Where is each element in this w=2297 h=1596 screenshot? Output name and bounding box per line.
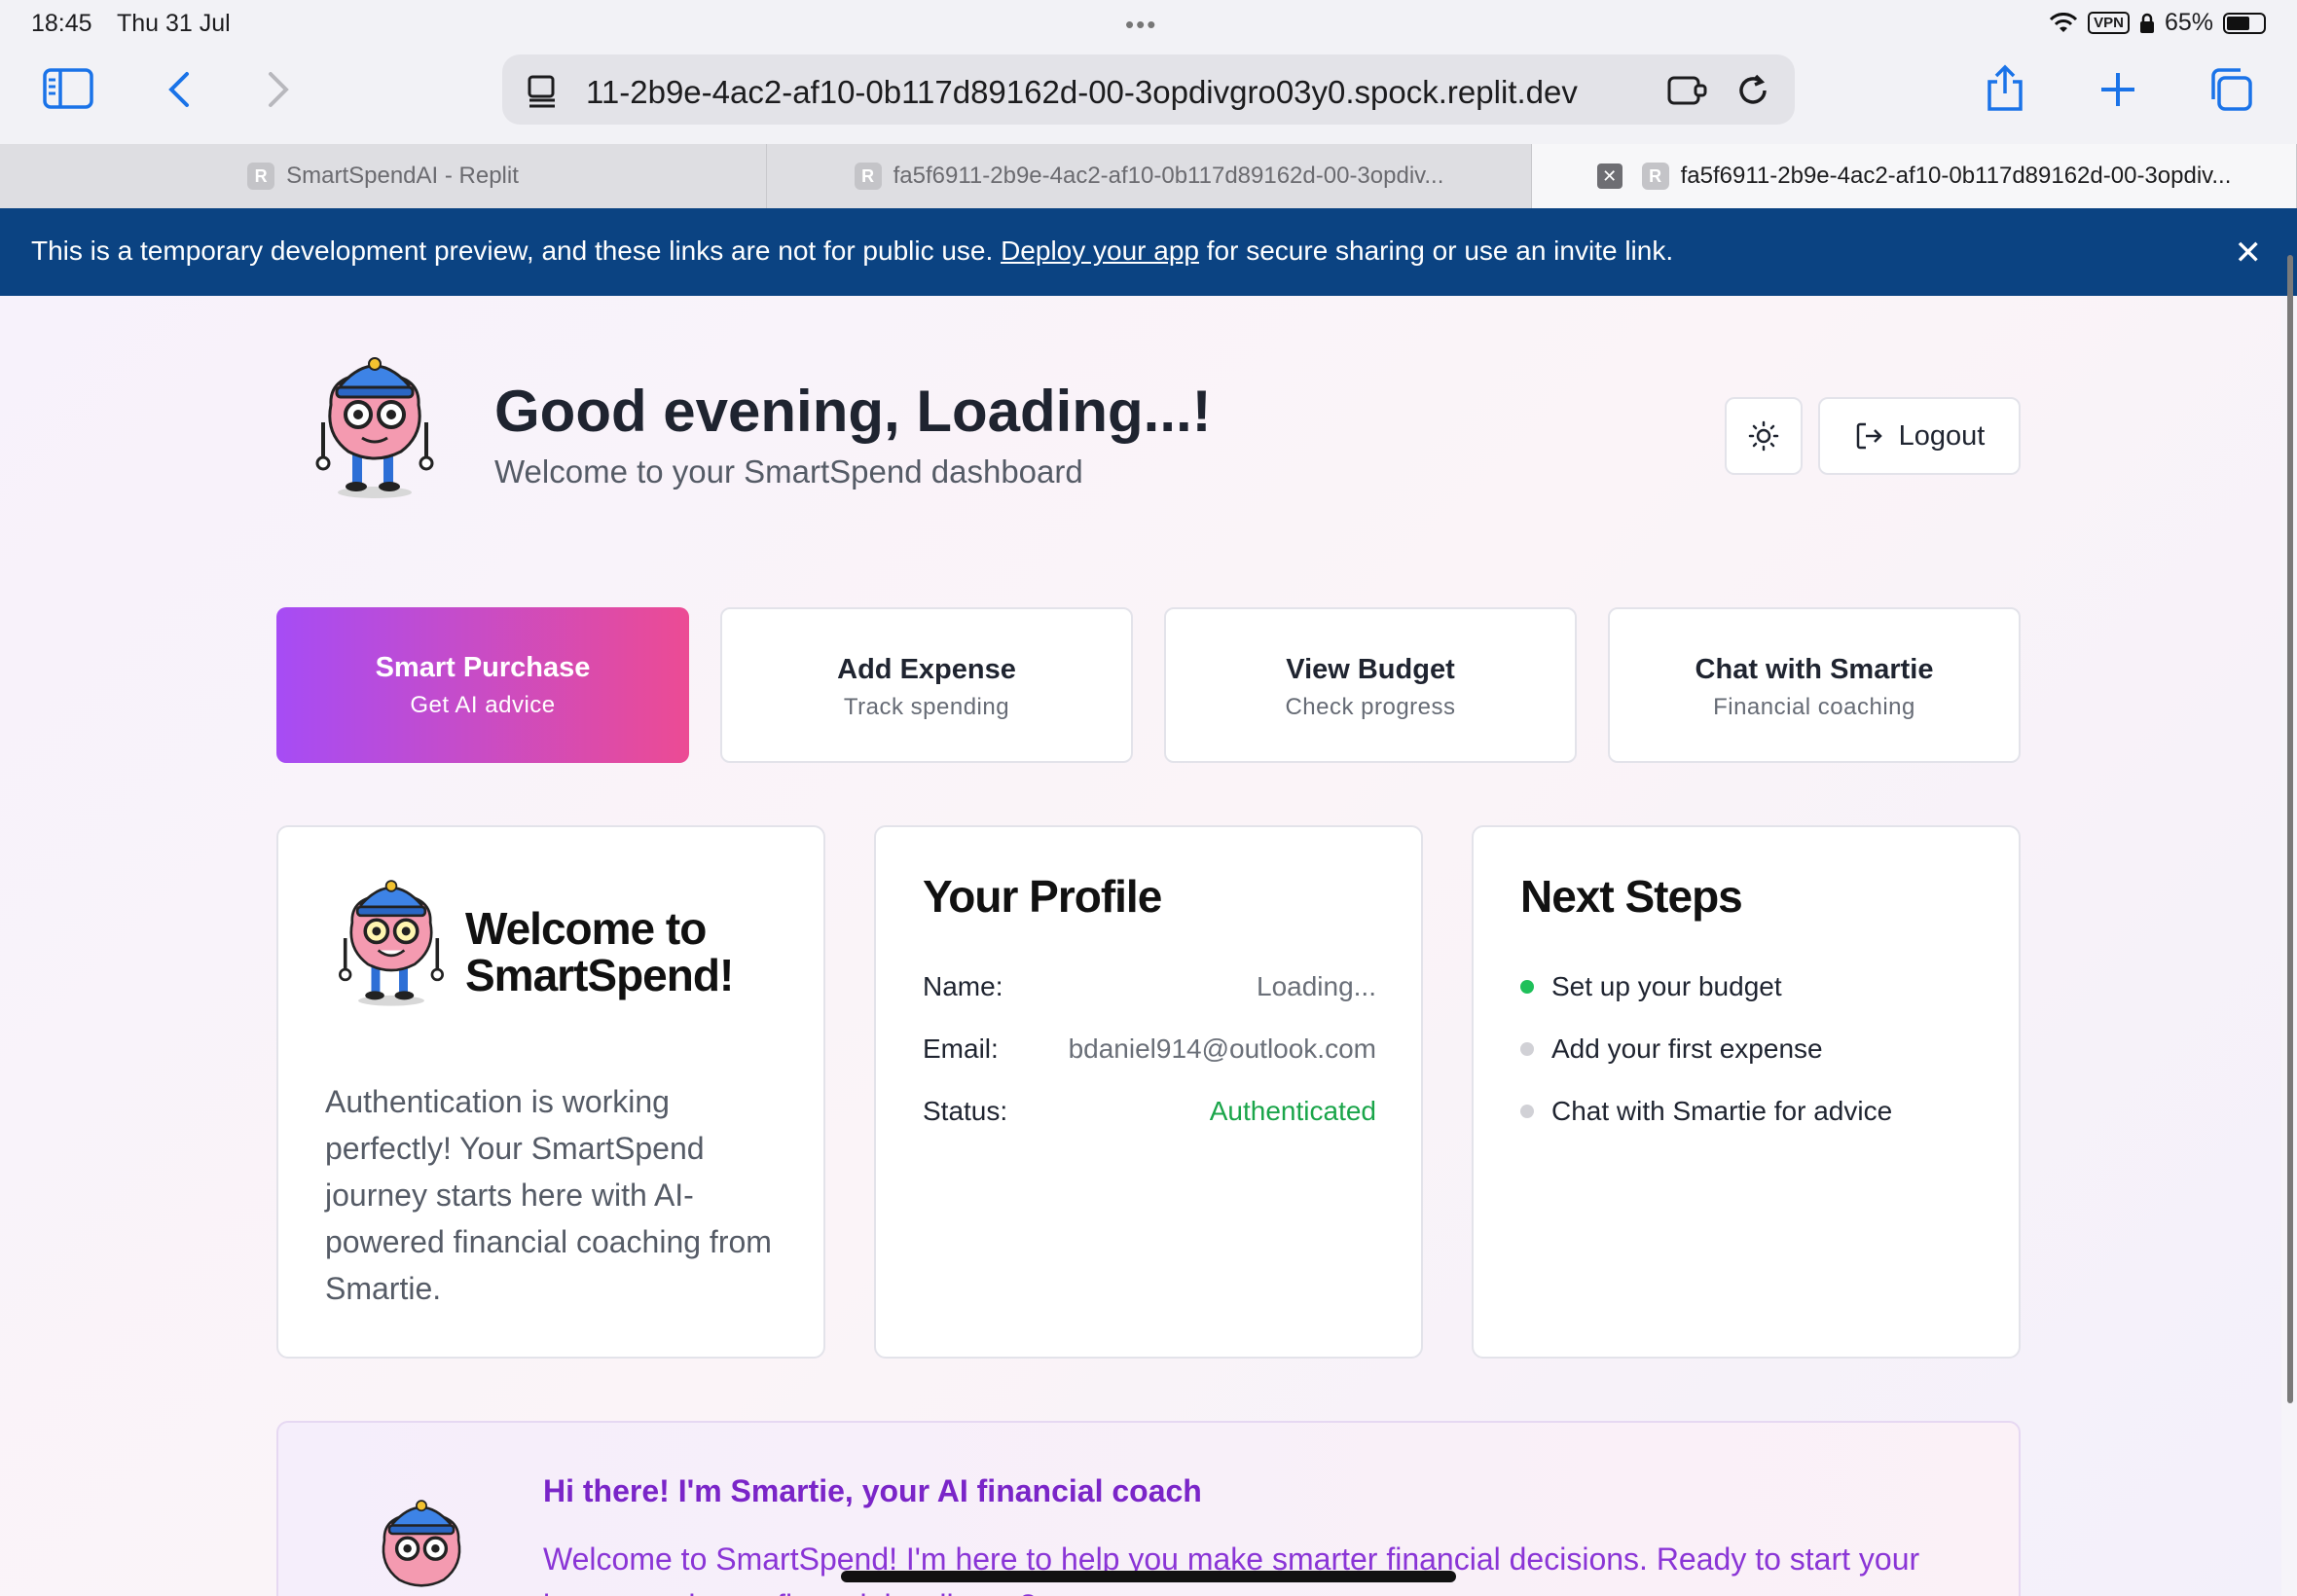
dev-preview-banner: This is a temporary development preview,…: [0, 208, 2297, 296]
status-time: 18:45: [31, 10, 92, 37]
welcome-title-line2: SmartSpend!: [465, 950, 734, 1000]
banner-close-icon[interactable]: ✕: [2235, 234, 2263, 272]
chat-with-smartie-button[interactable]: Chat with Smartie Financial coaching: [1608, 607, 2021, 763]
new-tab-icon[interactable]: [2098, 70, 2137, 109]
welcome-card: Welcome to SmartSpend! Authentication is…: [276, 825, 825, 1359]
sun-icon: [1748, 420, 1779, 452]
greeting-title: Good evening, Loading...!: [494, 379, 1212, 444]
profile-key: Name:: [923, 971, 1003, 1001]
profile-row-name: Name: Loading...: [923, 971, 1376, 1002]
dashboard-page: Good evening, Loading...! Welcome to you…: [0, 296, 2281, 1596]
greeting-subtitle: Welcome to your SmartSpend dashboard: [494, 453, 1083, 490]
action-subtitle: Get AI advice: [410, 692, 556, 718]
deploy-link[interactable]: Deploy your app: [1001, 236, 1199, 266]
welcome-title: Welcome to SmartSpend!: [465, 903, 734, 1000]
lock-rotation-icon: [2139, 13, 2154, 33]
multitasking-dots-icon[interactable]: •••: [1125, 10, 1157, 40]
step-label: Set up your budget: [1551, 971, 1782, 1001]
tab-label: SmartSpendAI - Replit: [286, 163, 519, 189]
banner-text-before: This is a temporary development preview,…: [31, 236, 1002, 266]
status-bar: 18:45 Thu 31 Jul ••• VPN 65%: [0, 0, 2297, 47]
tab-label: fa5f6911-2b9e-4ac2-af10-0b117d89162d-00-…: [893, 163, 1444, 189]
share-icon[interactable]: [1984, 64, 2026, 113]
profile-value: Loading...: [1257, 971, 1376, 1001]
action-subtitle: Financial coaching: [1713, 694, 1915, 720]
welcome-body: Authentication is working perfectly! You…: [325, 1084, 772, 1306]
tab-bar: R SmartSpendAI - Replit R fa5f6911-2b9e-…: [0, 144, 2297, 208]
smartie-mascot-icon: [315, 357, 434, 498]
theme-toggle-button[interactable]: [1725, 397, 1803, 475]
smart-purchase-button[interactable]: Smart Purchase Get AI advice: [276, 607, 689, 763]
tab-3-active[interactable]: ✕ R fa5f6911-2b9e-4ac2-af10-0b117d89162d…: [1532, 144, 2297, 208]
step-label: Chat with Smartie for advice: [1551, 1096, 1893, 1126]
forward-icon[interactable]: [265, 70, 294, 109]
profile-card: Your Profile Name: Loading... Email: bda…: [874, 825, 1423, 1359]
action-title: View Budget: [1286, 654, 1455, 685]
page-scrollbar[interactable]: [2287, 255, 2293, 1403]
extension-icon[interactable]: [1666, 72, 1709, 109]
back-icon[interactable]: [164, 70, 193, 109]
profile-title: Your Profile: [923, 871, 1162, 922]
smartie-mascot-icon: [339, 880, 444, 1006]
tab-label: fa5f6911-2b9e-4ac2-af10-0b117d89162d-00-…: [1680, 163, 2232, 189]
status-right: VPN 65%: [2049, 9, 2266, 37]
smartie-chat-card: Hi there! I'm Smartie, your AI financial…: [276, 1421, 2021, 1596]
next-steps-title: Next Steps: [1520, 871, 1743, 922]
vpn-badge: VPN: [2088, 12, 2130, 34]
logout-icon: [1856, 422, 1882, 450]
next-step-item: Add your first expense: [1520, 1034, 1823, 1065]
tab-2[interactable]: R fa5f6911-2b9e-4ac2-af10-0b117d89162d-0…: [767, 144, 1532, 208]
replit-favicon-icon: R: [854, 163, 882, 190]
action-title: Smart Purchase: [375, 652, 591, 683]
banner-message: This is a temporary development preview,…: [31, 236, 1673, 267]
logout-label: Logout: [1898, 419, 1986, 452]
battery-icon: [2223, 12, 2266, 34]
action-subtitle: Check progress: [1285, 694, 1456, 720]
close-tab-icon[interactable]: ✕: [1596, 163, 1622, 189]
next-steps-card: Next Steps Set up your budget Add your f…: [1472, 825, 2021, 1359]
action-subtitle: Track spending: [843, 694, 1010, 720]
smartie-mascot-icon: [382, 1500, 461, 1587]
address-bar[interactable]: 11-2b9e-4ac2-af10-0b117d89162d-00-3opdiv…: [502, 54, 1795, 125]
status-dot-complete-icon: [1520, 980, 1534, 994]
url-text: 11-2b9e-4ac2-af10-0b117d89162d-00-3opdiv…: [586, 74, 1578, 110]
tab-1[interactable]: R SmartSpendAI - Replit: [0, 144, 767, 208]
wifi-icon: [2050, 12, 2078, 32]
battery-fill: [2227, 16, 2249, 30]
logout-button[interactable]: Logout: [1818, 397, 2021, 475]
profile-row-status: Status: Authenticated: [923, 1096, 1376, 1127]
chat-message: Welcome to SmartSpend! I'm here to help …: [543, 1542, 1920, 1596]
add-expense-button[interactable]: Add Expense Track spending: [720, 607, 1133, 763]
next-step-item: Chat with Smartie for advice: [1520, 1096, 1892, 1127]
sidebar-icon[interactable]: [43, 68, 93, 109]
page-menu-icon[interactable]: [526, 74, 561, 109]
profile-key: Email:: [923, 1034, 999, 1064]
home-indicator[interactable]: [841, 1571, 1456, 1582]
status-dot-pending-icon: [1520, 1105, 1534, 1118]
view-budget-button[interactable]: View Budget Check progress: [1164, 607, 1577, 763]
status-date: Thu 31 Jul: [117, 10, 231, 37]
step-label: Add your first expense: [1551, 1034, 1823, 1064]
banner-text-after: for secure sharing or use an invite link…: [1198, 236, 1674, 266]
profile-key: Status:: [923, 1096, 1008, 1126]
battery-percent: 65%: [2164, 9, 2213, 36]
status-dot-pending-icon: [1520, 1042, 1534, 1056]
welcome-title-line1: Welcome to: [465, 903, 707, 954]
status-badge: Authenticated: [1209, 1096, 1376, 1126]
action-title: Chat with Smartie: [1695, 654, 1934, 685]
reload-icon[interactable]: [1734, 72, 1771, 109]
replit-favicon-icon: R: [1641, 163, 1669, 190]
profile-row-email: Email: bdaniel914@outlook.com: [923, 1034, 1376, 1065]
profile-value: bdaniel914@outlook.com: [1068, 1034, 1376, 1064]
browser-toolbar: 11-2b9e-4ac2-af10-0b117d89162d-00-3opdiv…: [0, 47, 2297, 144]
tabs-overview-icon[interactable]: [2207, 66, 2254, 113]
chat-heading: Hi there! I'm Smartie, your AI financial…: [543, 1473, 1202, 1508]
action-title: Add Expense: [837, 654, 1016, 685]
replit-favicon-icon: R: [247, 163, 275, 190]
next-step-item: Set up your budget: [1520, 971, 1782, 1002]
